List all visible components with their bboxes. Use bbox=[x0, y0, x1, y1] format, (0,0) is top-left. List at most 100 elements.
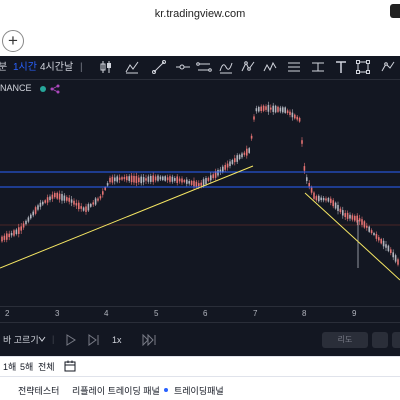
range-5y[interactable]: 5해 bbox=[20, 360, 33, 373]
horizontal-ray-icon[interactable] bbox=[175, 59, 191, 75]
candle bbox=[358, 218, 361, 222]
bottom-panel-tabs: 전략테스터 리플레이 트레이딩 패널 트레이딩패널 bbox=[0, 376, 400, 400]
new-tab-button[interactable]: + bbox=[2, 30, 24, 52]
interval-4h[interactable]: 4시간 bbox=[40, 60, 64, 76]
candle bbox=[224, 164, 226, 170]
candle bbox=[373, 232, 375, 236]
url-bar[interactable]: kr.tradingview.com bbox=[0, 8, 400, 20]
candle bbox=[82, 207, 85, 211]
shape-icon[interactable] bbox=[355, 59, 371, 75]
candle bbox=[118, 177, 121, 180]
replay-action-button[interactable]: 리도 bbox=[322, 332, 368, 348]
more-icon[interactable] bbox=[380, 59, 396, 75]
chevron-down-icon[interactable] bbox=[38, 335, 46, 343]
fib-icon[interactable] bbox=[286, 59, 302, 75]
pattern-icon[interactable] bbox=[262, 59, 278, 75]
time-tick: 7 bbox=[253, 309, 258, 318]
tab-trading-panel[interactable]: 트레이딩패널 bbox=[174, 384, 224, 397]
time-tick: 9 bbox=[352, 309, 357, 318]
chart-canvas[interactable] bbox=[0, 80, 400, 306]
candle bbox=[25, 220, 27, 225]
candle bbox=[44, 200, 46, 203]
candle bbox=[133, 175, 135, 183]
candle bbox=[325, 198, 327, 201]
candle bbox=[169, 176, 171, 182]
trend-line-drawing[interactable] bbox=[304, 192, 400, 281]
candle bbox=[241, 153, 243, 158]
candle bbox=[114, 177, 116, 182]
pitchfork-icon[interactable] bbox=[218, 59, 234, 75]
candle bbox=[94, 198, 97, 205]
trend-line-icon[interactable] bbox=[151, 59, 167, 75]
play-icon[interactable] bbox=[66, 334, 76, 346]
candle bbox=[80, 206, 82, 209]
candle bbox=[387, 245, 390, 252]
candle bbox=[138, 177, 140, 183]
candles-icon[interactable] bbox=[98, 59, 114, 75]
interval-day[interactable]: 날 bbox=[64, 60, 73, 76]
interval-1h[interactable]: 1시간 bbox=[13, 60, 37, 76]
candle bbox=[195, 181, 198, 187]
candle bbox=[291, 112, 294, 118]
candle bbox=[13, 230, 15, 236]
candle bbox=[282, 107, 284, 113]
select-bar-button[interactable]: 바 고르기 bbox=[3, 333, 39, 347]
chart-toolbar: 분 1시간 4시간 날 | bbox=[0, 56, 400, 80]
candle bbox=[334, 202, 337, 209]
candle bbox=[308, 183, 310, 187]
candle bbox=[301, 140, 303, 144]
brush-icon[interactable] bbox=[240, 59, 256, 75]
tab-strategy-tester[interactable]: 전략테스터 bbox=[18, 384, 59, 397]
calendar-icon[interactable] bbox=[64, 360, 76, 372]
candle bbox=[116, 176, 118, 182]
time-axis[interactable]: 2 3 4 5 6 7 8 9 bbox=[0, 306, 400, 322]
candle bbox=[54, 193, 56, 198]
candle bbox=[253, 116, 255, 120]
candle bbox=[123, 177, 126, 180]
candle bbox=[121, 177, 123, 180]
candle bbox=[126, 176, 128, 181]
time-tick: 2 bbox=[5, 309, 10, 318]
indicators-icon[interactable] bbox=[124, 59, 140, 75]
projection-icon[interactable] bbox=[310, 59, 326, 75]
candle bbox=[128, 176, 130, 181]
candle bbox=[361, 219, 363, 225]
candle bbox=[130, 175, 133, 183]
range-all[interactable]: 전체 bbox=[38, 360, 55, 373]
tab-replay-trading-panel[interactable]: 리플레이 트레이딩 패널 bbox=[72, 384, 160, 397]
candle bbox=[289, 111, 291, 115]
replay-speed[interactable]: 1x bbox=[112, 333, 122, 347]
candle bbox=[217, 169, 219, 176]
candle bbox=[236, 155, 238, 162]
candle bbox=[162, 176, 164, 181]
jump-to-realtime-icon[interactable] bbox=[142, 334, 156, 346]
candle bbox=[378, 237, 380, 241]
candle bbox=[315, 196, 318, 201]
candle bbox=[97, 198, 99, 201]
range-1y[interactable]: 1해 bbox=[3, 360, 16, 373]
symbol-label[interactable]: NANCE bbox=[0, 83, 32, 93]
replay-close-button[interactable] bbox=[392, 332, 400, 348]
step-forward-icon[interactable] bbox=[88, 334, 100, 346]
candle bbox=[322, 197, 325, 201]
candle bbox=[39, 202, 42, 207]
time-tick: 8 bbox=[302, 309, 307, 318]
interval-minute[interactable]: 분 bbox=[0, 60, 7, 76]
candle bbox=[66, 197, 68, 201]
share-icon[interactable] bbox=[50, 84, 60, 94]
candle bbox=[78, 202, 80, 210]
candle bbox=[10, 233, 13, 236]
browser-menu-icon[interactable] bbox=[390, 4, 400, 18]
candle bbox=[188, 181, 190, 184]
candle bbox=[270, 107, 272, 110]
parallel-channel-icon[interactable] bbox=[196, 59, 212, 75]
candle bbox=[205, 177, 207, 185]
candle bbox=[1, 236, 3, 242]
replay-active-dot bbox=[164, 388, 168, 392]
candle bbox=[284, 107, 286, 113]
text-icon[interactable] bbox=[333, 59, 349, 75]
replay-settings-button[interactable] bbox=[372, 332, 388, 348]
candle bbox=[366, 225, 368, 228]
price-chart[interactable]: NANCE bbox=[0, 80, 400, 322]
candle bbox=[166, 177, 169, 181]
